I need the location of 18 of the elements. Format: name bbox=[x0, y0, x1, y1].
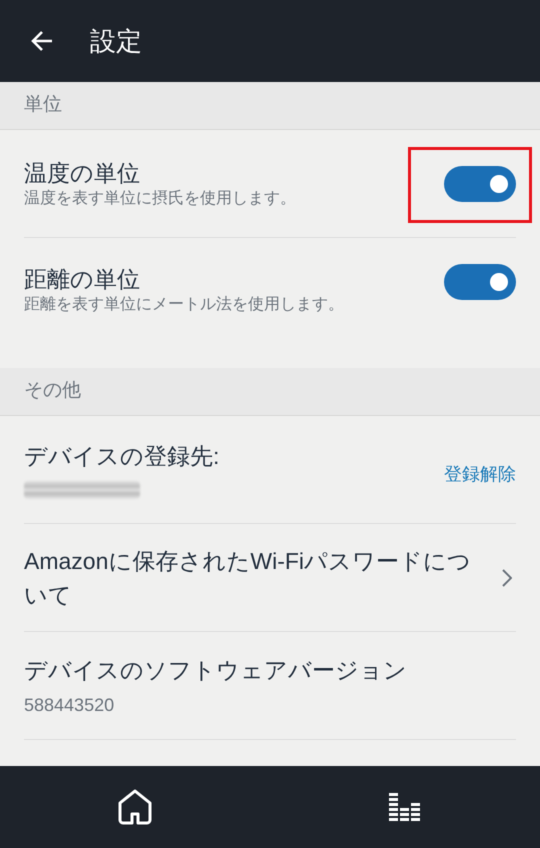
deregister-link[interactable]: 登録解除 bbox=[444, 461, 516, 488]
setting-title: Amazonに保存されたWi-Fiパスワードについて bbox=[24, 546, 472, 610]
setting-title: 温度の単位 bbox=[24, 158, 141, 188]
setting-title: デバイスの登録先: bbox=[24, 442, 220, 470]
back-icon[interactable] bbox=[30, 29, 54, 53]
version-number: 588443520 bbox=[24, 694, 116, 716]
chevron-right-icon bbox=[502, 568, 512, 586]
toggle-switch[interactable] bbox=[444, 166, 516, 202]
setting-description: 距離を表す単位にメートル法を使用します。 bbox=[24, 294, 345, 315]
home-icon[interactable] bbox=[117, 789, 153, 825]
equalizer-icon[interactable] bbox=[389, 793, 421, 821]
setting-description: 温度を表す単位に摂氏を使用します。 bbox=[24, 188, 297, 208]
section-header: 単位 bbox=[24, 93, 62, 118]
section-header: その他 bbox=[24, 379, 81, 404]
toggle-switch[interactable] bbox=[444, 264, 516, 300]
setting-title: 距離の単位 bbox=[24, 265, 141, 294]
setting-title: デバイスのソフトウェアバージョン bbox=[24, 656, 408, 684]
screen-title: 設定 bbox=[90, 24, 142, 58]
